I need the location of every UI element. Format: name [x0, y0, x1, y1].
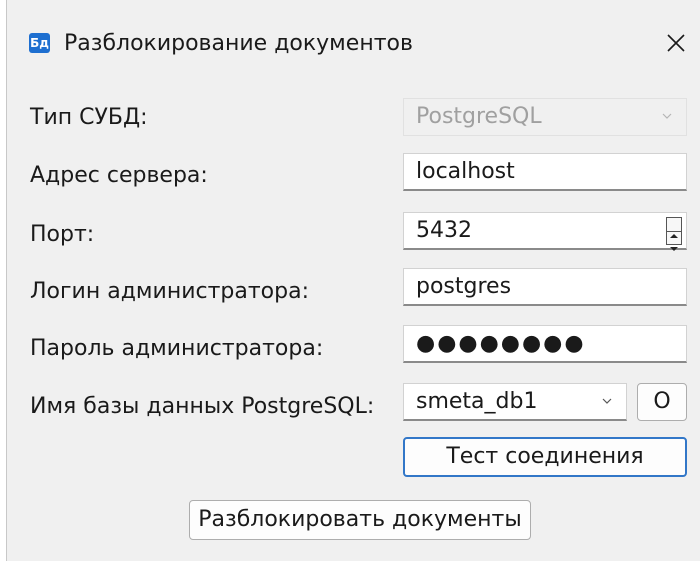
- chevron-down-icon: [602, 398, 612, 404]
- database-name-combobox[interactable]: smeta_db1: [403, 383, 627, 421]
- admin-password-input[interactable]: ●●●●●●●●: [403, 325, 687, 363]
- close-button[interactable]: [659, 26, 693, 60]
- admin-login-value: postgres: [416, 274, 512, 299]
- decrement-button[interactable]: [667, 231, 681, 251]
- admin-password-label: Пароль администратора:: [30, 336, 324, 361]
- database-name-label: Имя базы данных PostgreSQL:: [30, 394, 375, 419]
- database-name-value: smeta_db1: [416, 389, 538, 414]
- database-browse-button[interactable]: O: [637, 383, 687, 421]
- port-spinbox[interactable]: 5432: [403, 212, 687, 251]
- port-label: Порт:: [30, 222, 95, 247]
- admin-password-value: ●●●●●●●●: [416, 331, 586, 356]
- admin-login-input[interactable]: postgres: [403, 268, 687, 306]
- chevron-down-icon: [662, 113, 672, 119]
- port-value: 5432: [416, 218, 472, 243]
- increment-button[interactable]: [667, 218, 681, 238]
- port-stepper[interactable]: [666, 217, 682, 251]
- test-connection-button[interactable]: Тест соединения: [403, 437, 687, 477]
- dbms-type-value: PostgreSQL: [416, 104, 542, 129]
- server-address-value: localhost: [416, 159, 515, 184]
- server-address-input[interactable]: localhost: [403, 153, 687, 191]
- close-icon: [667, 34, 685, 52]
- triangle-down-icon: [670, 247, 678, 251]
- dialog-window: Бд Разблокирование документов Тип СУБД: …: [6, 0, 700, 561]
- server-address-label: Адрес сервера:: [30, 163, 208, 188]
- dbms-type-select: PostgreSQL: [403, 98, 687, 136]
- app-icon: Бд: [29, 33, 50, 53]
- unlock-documents-button[interactable]: Разблокировать документы: [189, 500, 531, 540]
- admin-login-label: Логин администратора:: [30, 279, 309, 304]
- dbms-type-label: Тип СУБД:: [30, 105, 148, 130]
- title-bar: Бд Разблокирование документов: [7, 0, 700, 86]
- window-title: Разблокирование документов: [64, 31, 413, 56]
